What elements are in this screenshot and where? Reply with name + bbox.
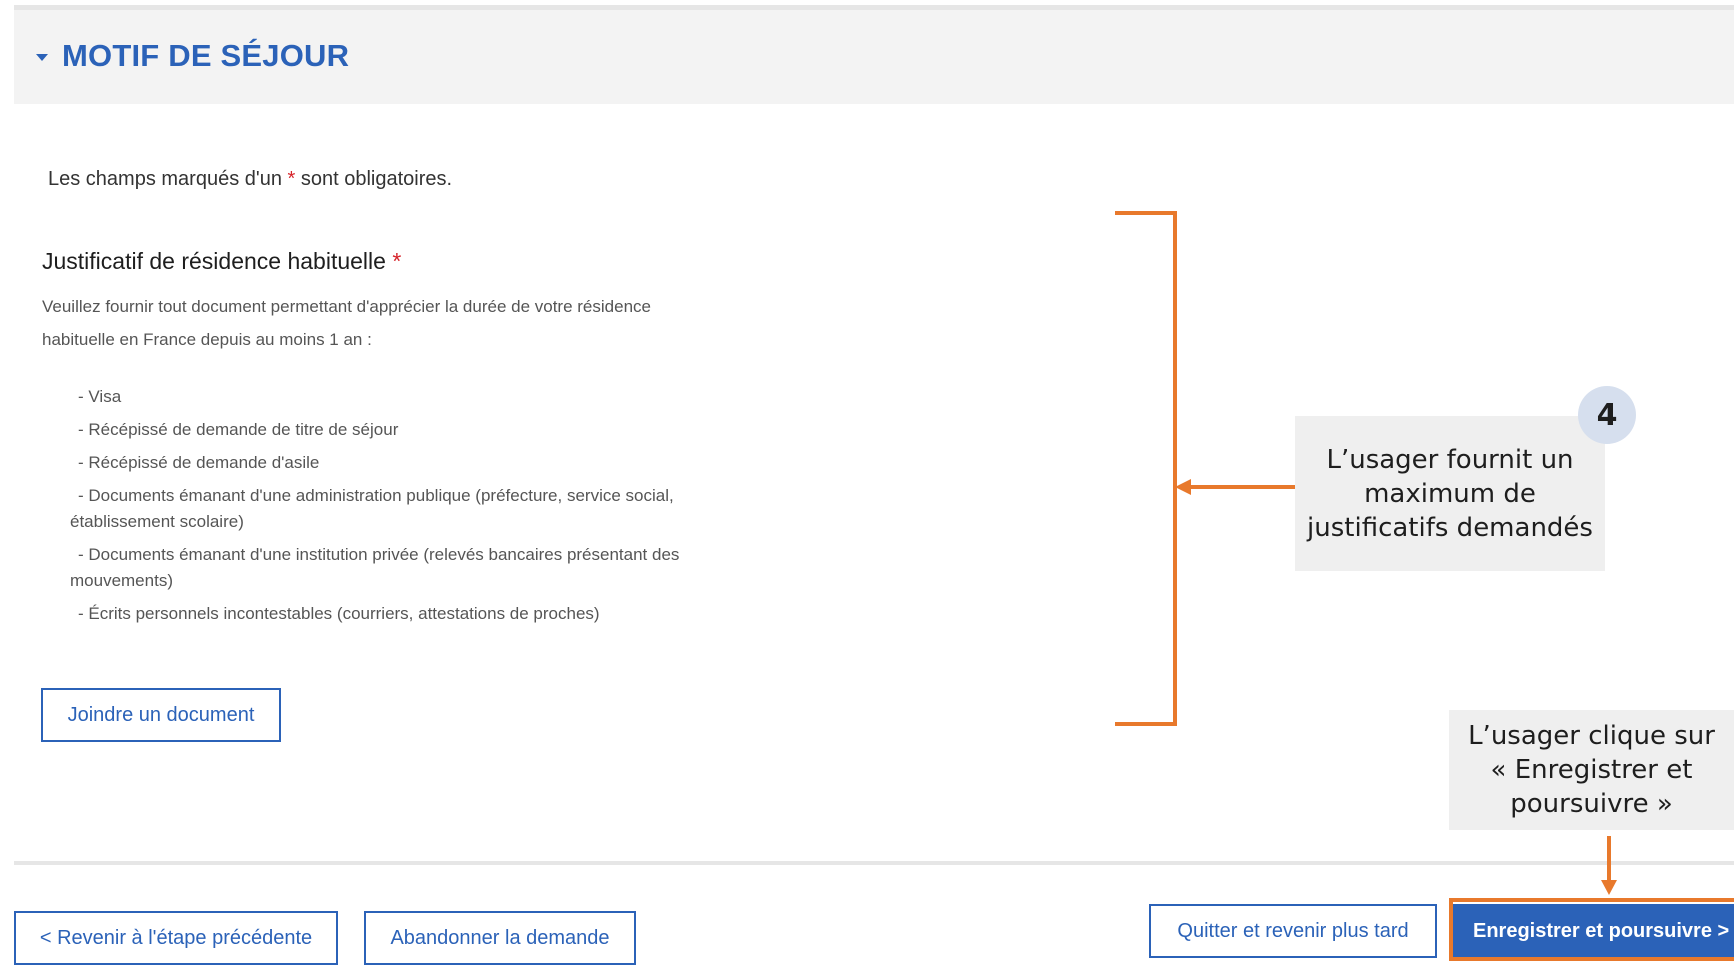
list-item: - Récépissé de demande de titre de séjou… <box>78 420 399 439</box>
footer-divider <box>14 861 1734 865</box>
save-continue-button[interactable]: Enregistrer et poursuivre > <box>1453 904 1734 958</box>
callout-documents-text: L’usager fournit un maximum de justifica… <box>1307 444 1593 543</box>
arrow-down-icon <box>1601 880 1617 895</box>
attach-document-button[interactable]: Joindre un document <box>41 688 281 742</box>
list-item: - Documents émanant d'une administration… <box>70 486 674 531</box>
list-item: - Écrits personnels incontestables (cour… <box>78 604 600 623</box>
abandon-request-button[interactable]: Abandonner la demande <box>364 911 636 965</box>
callout-save-text: L’usager clique sur « Enregistrer et pou… <box>1468 721 1715 819</box>
save-arrow-line <box>1607 836 1611 880</box>
callout-save: L’usager clique sur « Enregistrer et pou… <box>1449 710 1734 830</box>
arrow-left-icon <box>1175 479 1191 495</box>
list-item: - Documents émanant d'une institution pr… <box>70 545 680 590</box>
callout-documents: L’usager fournit un maximum de justifica… <box>1295 416 1605 571</box>
document-list: - Visa - Récépissé de demande de titre d… <box>70 384 720 634</box>
required-note-after: sont obligatoires. <box>295 168 453 190</box>
list-item: - Visa <box>78 387 122 406</box>
field-required-star: * <box>392 248 402 274</box>
section-title[interactable]: MOTIF DE SÉJOUR <box>62 38 349 74</box>
quit-later-button[interactable]: Quitter et revenir plus tard <box>1149 904 1437 958</box>
step-badge: 4 <box>1578 386 1636 444</box>
field-help-text: Veuillez fournir tout document permettan… <box>42 297 651 349</box>
field-label-text: Justificatif de résidence habituelle <box>42 248 386 274</box>
caret-down-icon[interactable] <box>36 54 48 61</box>
previous-step-button[interactable]: < Revenir à l'étape précédente <box>14 911 338 965</box>
field-label: Justificatif de résidence habituelle * <box>42 248 401 275</box>
required-note-before: Les champs marqués d'un <box>48 168 288 190</box>
documents-arrow-line <box>1190 485 1295 489</box>
list-item: - Récépissé de demande d'asile <box>78 453 320 472</box>
documents-bracket <box>1115 211 1177 726</box>
required-fields-note: Les champs marqués d'un * sont obligatoi… <box>48 168 452 191</box>
